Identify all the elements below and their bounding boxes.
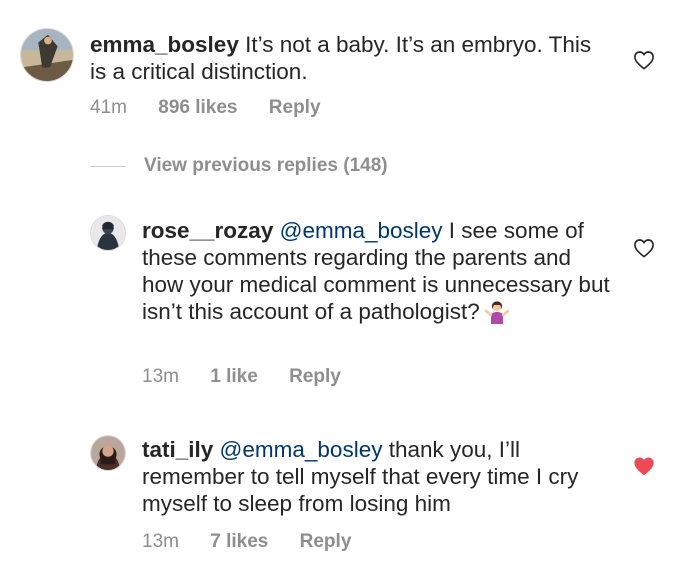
mention-link[interactable]: @emma_bosley — [280, 218, 443, 243]
person-shrugging-emoji — [484, 301, 509, 324]
heart-outline-icon[interactable] — [633, 50, 655, 70]
view-previous-replies-button[interactable]: View previous replies (148) — [90, 155, 388, 177]
comment-meta: 41m 896 likes Reply — [90, 97, 347, 119]
avatar[interactable] — [90, 435, 126, 471]
likes-count[interactable]: 7 likes — [210, 531, 268, 552]
mention-link[interactable]: @emma_bosley — [220, 437, 383, 462]
heart-filled-icon[interactable] — [633, 456, 655, 476]
username[interactable]: emma_bosley — [90, 32, 239, 57]
comment-meta: 13m 7 likes Reply — [142, 531, 377, 553]
comment-meta: 13m 1 like Reply — [142, 366, 367, 388]
timestamp: 13m — [142, 531, 179, 552]
username[interactable]: rose__rozay — [142, 218, 273, 243]
timestamp: 13m — [142, 366, 179, 387]
username[interactable]: tati_ily — [142, 437, 213, 462]
reply-button[interactable]: Reply — [269, 97, 321, 118]
avatar[interactable] — [20, 28, 74, 82]
avatar[interactable] — [90, 215, 126, 251]
timestamp: 41m — [90, 97, 127, 118]
view-previous-replies-label: View previous replies (148) — [144, 155, 388, 176]
divider-line — [90, 165, 126, 167]
comment-text: rose__rozay @emma_bosley I see some of t… — [142, 217, 612, 325]
reply-button[interactable]: Reply — [289, 366, 341, 387]
heart-outline-icon[interactable] — [633, 238, 655, 258]
reply-button[interactable]: Reply — [300, 531, 352, 552]
likes-count[interactable]: 1 like — [210, 366, 258, 387]
comment-text: tati_ily @emma_bosley thank you, I’ll re… — [142, 436, 612, 517]
comment-text: emma_bosley It’s not a baby. It’s an emb… — [90, 31, 610, 85]
likes-count[interactable]: 896 likes — [158, 97, 237, 118]
